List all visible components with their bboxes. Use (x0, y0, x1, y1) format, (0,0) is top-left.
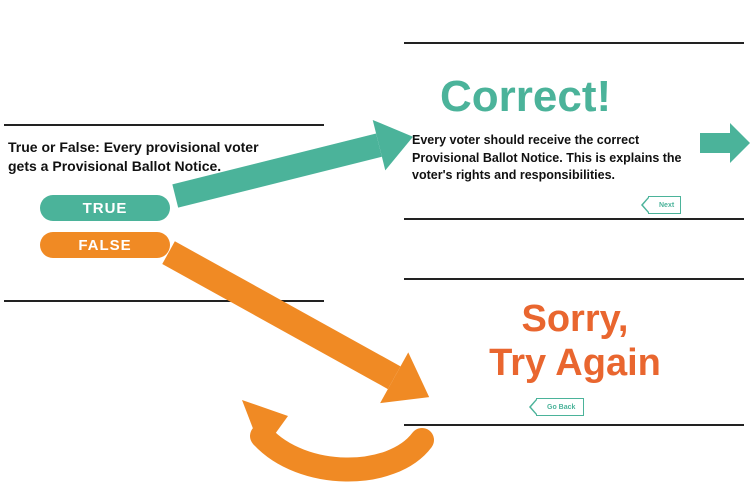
next-button-label: Next (659, 202, 674, 209)
sorry-heading-line1: Sorry, (521, 298, 628, 340)
go-back-button-label: Go Back (547, 404, 575, 411)
sorry-bottom-rule (404, 424, 744, 426)
sorry-heading-line2: Try Again (489, 342, 661, 384)
arrow-go-back-icon (222, 380, 432, 490)
arrow-true-to-correct-icon (175, 140, 425, 230)
correct-heading: Correct! (440, 72, 611, 122)
question-top-rule (4, 124, 324, 126)
correct-top-rule (404, 42, 744, 44)
arrow-continue-icon (700, 118, 750, 168)
false-button[interactable]: FALSE (40, 232, 170, 258)
correct-bottom-rule (404, 218, 744, 220)
go-back-button[interactable]: Go Back (536, 398, 584, 416)
sorry-heading: Sorry, Try Again (460, 298, 690, 385)
next-button[interactable]: Next (648, 196, 681, 214)
true-button[interactable]: TRUE (40, 195, 170, 221)
correct-explanation: Every voter should receive the correct P… (412, 132, 692, 185)
sorry-top-rule (404, 278, 744, 280)
